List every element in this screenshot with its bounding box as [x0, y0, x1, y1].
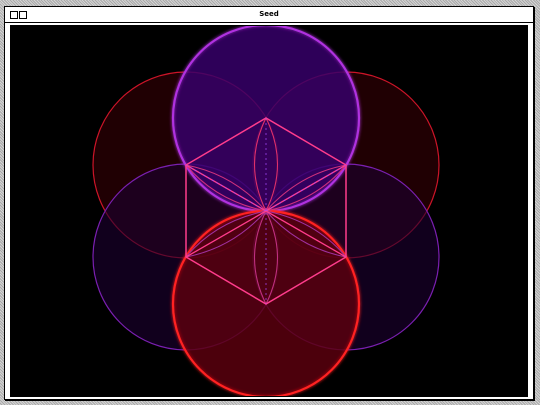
seed-window: Seed [4, 6, 534, 400]
seed-of-life-drawing [92, 26, 440, 396]
drawing-canvas [10, 25, 528, 397]
title-bar[interactable]: Seed [5, 7, 533, 23]
window-title: Seed [259, 10, 279, 18]
